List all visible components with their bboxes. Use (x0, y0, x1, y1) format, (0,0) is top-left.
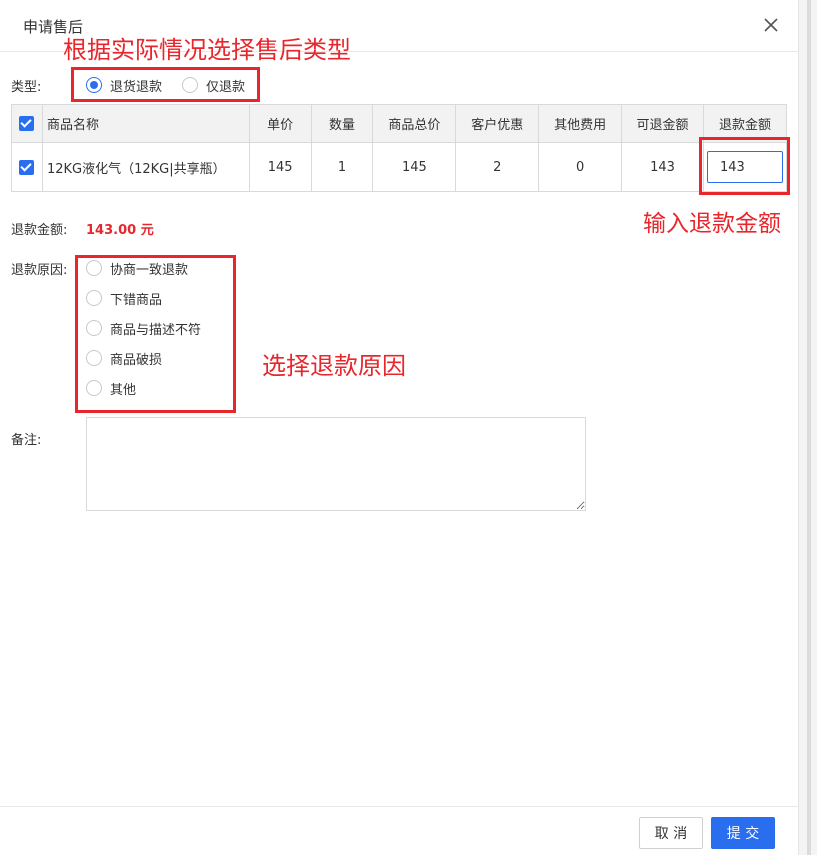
annotation-type-hint: 根据实际情况选择售后类型 (63, 36, 351, 64)
remark-textarea[interactable] (86, 417, 586, 511)
refund-amount-label: 退款金额: (11, 223, 68, 238)
total-price: 145 (372, 142, 457, 192)
reason-option-label: 协商一致退款 (110, 263, 189, 278)
submit-button[interactable]: 提 交 (711, 817, 775, 849)
type-radio-refund-only[interactable] (182, 77, 198, 93)
type-option-label: 仅退款 (206, 80, 246, 95)
reason-radio-other[interactable] (86, 380, 102, 396)
remark-label: 备注: (11, 433, 42, 448)
footer-divider (0, 806, 798, 807)
unit-price: 145 (248, 142, 312, 192)
annotation-box-amount (699, 137, 790, 195)
annotation-reason-hint: 选择退款原因 (262, 352, 406, 380)
goods-table: 商品名称 单价 数量 商品总价 客户优惠 其他费用 可退金额 退款金额 12KG… (11, 104, 788, 192)
scrollbar-thumb[interactable] (807, 0, 811, 855)
cancel-button[interactable]: 取 消 (639, 817, 703, 849)
other-fee: 0 (538, 142, 623, 192)
type-option-label: 退货退款 (110, 80, 163, 95)
product-name: 12KG液化气（12KG|共享瓶） (41, 142, 250, 192)
column-header: 客户优惠 (455, 104, 540, 143)
annotation-amount-hint: 输入退款金额 (643, 211, 781, 237)
reason-radio-not-as-described[interactable] (86, 320, 102, 336)
reason-radio-wrong-item[interactable] (86, 290, 102, 306)
reason-option-label: 其他 (110, 383, 137, 398)
column-header: 可退金额 (621, 104, 704, 143)
refund-amount-value: 143.00 元 (86, 223, 154, 238)
customer-discount: 2 (455, 142, 540, 192)
column-header: 数量 (310, 104, 374, 143)
table-row: 12KG液化气（12KG|共享瓶） 145 1 145 2 0 143 (11, 142, 788, 192)
reason-radio-damaged[interactable] (86, 350, 102, 366)
quantity: 1 (310, 142, 374, 192)
select-all-checkbox[interactable] (11, 104, 43, 143)
type-radio-return-refund[interactable] (86, 77, 102, 93)
checkbox-checked-icon (19, 159, 35, 175)
reason-option-label: 下错商品 (110, 293, 163, 308)
reason-radio-mutual[interactable] (86, 260, 102, 276)
row-checkbox[interactable] (11, 142, 43, 192)
checkbox-checked-icon (19, 116, 35, 131)
reason-option-label: 商品破损 (110, 353, 163, 368)
column-header: 其他费用 (538, 104, 623, 143)
column-header: 单价 (248, 104, 312, 143)
reason-option-label: 商品与描述不符 (110, 323, 202, 338)
reason-label: 退款原因: (11, 263, 68, 278)
refundable-amount: 143 (621, 142, 704, 192)
type-label: 类型: (11, 80, 42, 95)
table-header-row: 商品名称 单价 数量 商品总价 客户优惠 其他费用 可退金额 退款金额 (11, 104, 788, 143)
column-header: 商品总价 (372, 104, 457, 143)
column-header: 商品名称 (41, 104, 250, 143)
after-sales-dialog: 申请售后 根据实际情况选择售后类型 类型: 退货退款 仅退款 商品名称 单价 数… (0, 0, 798, 855)
close-icon[interactable] (760, 14, 782, 36)
